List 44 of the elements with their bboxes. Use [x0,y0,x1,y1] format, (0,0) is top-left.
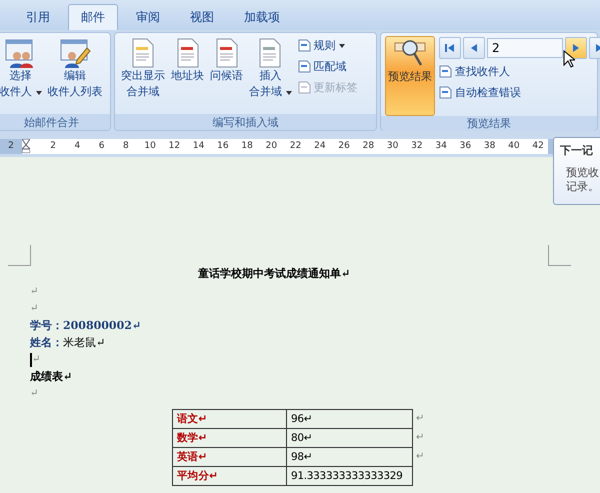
ruler-number: 16 [216,141,230,151]
ruler-number: 6 [98,141,106,151]
score-cell: 96↵ [286,409,413,429]
ruler-number: 20 [264,141,278,151]
paragraph-mark: ↵ [32,353,40,367]
field-label: 学号： [30,318,63,334]
section-heading: 成绩表↵ [30,369,72,385]
paragraph-mark: ↵ [30,387,38,401]
tooltip-text: 预览收 [565,166,600,180]
ruler-number: 24 [313,141,327,151]
field-value: 200800002↵ [63,318,142,334]
ruler-number: 18 [240,141,254,151]
row-end-mark: ↵ [416,432,424,443]
score-cell: 91.333333333333329 [286,466,413,486]
group-label: 始邮件合并 [0,114,110,130]
group-label: 预览结果 [381,116,597,131]
ruler-number: 42 [531,141,545,151]
group-label: 编写和插入域 [115,114,376,130]
ruler-number: 34 [434,141,448,151]
ruler-number: 28 [362,141,376,151]
ruler-number: 2 [49,141,57,151]
tooltip-text: 记录。 [565,180,600,194]
ruler-number: 30 [386,141,400,151]
paragraph-mark: ↵ [30,285,38,299]
paragraph-mark: ↵ [30,302,38,316]
subject-cell: 语文↵ [172,409,287,429]
row-end-mark: ↵ [416,451,424,462]
field-label: 姓名： [30,335,63,351]
ruler-number: 40 [507,141,521,151]
ruler-number: 32 [410,141,424,151]
ruler-number: 36 [458,141,472,151]
document-title: 童话学校期中考试成绩通知单↵ [198,266,350,282]
ruler-number: 8 [122,141,130,151]
ruler-number: 12 [168,141,182,151]
ruler-number: 14 [192,141,206,151]
ruler-number: 26 [337,141,351,151]
row-end-mark: ↵ [416,413,424,424]
ruler-number: 2 [7,141,15,151]
ruler-number: 38 [482,141,496,151]
ruler-number: 10 [143,141,157,151]
field-value: 米老鼠↵ [63,335,106,351]
subject-cell: 平均分↵ [172,466,287,486]
ruler-number: 4 [74,141,82,151]
ruler-number: 22 [288,141,302,151]
